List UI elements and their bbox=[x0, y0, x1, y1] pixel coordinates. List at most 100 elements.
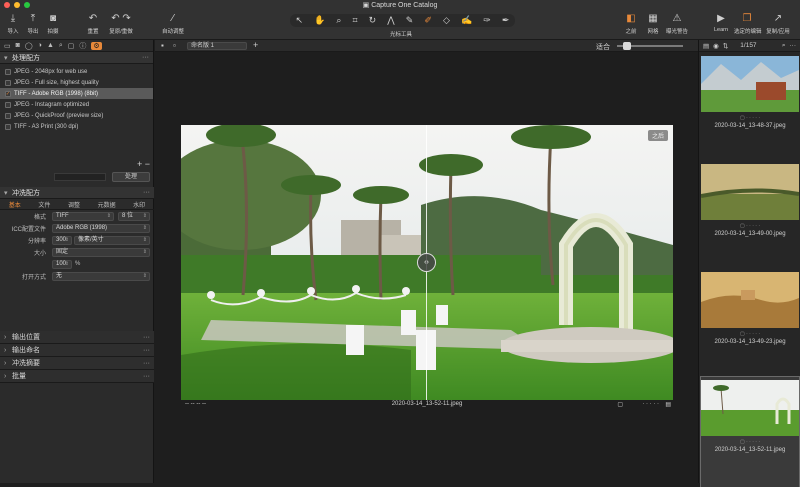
crop-icon[interactable]: ⌗ bbox=[353, 15, 358, 26]
select-checkbox[interactable]: ▢ bbox=[617, 401, 623, 408]
eye-icon[interactable]: ◉ bbox=[713, 42, 719, 50]
bit-depth-select[interactable]: 8 位 bbox=[118, 211, 150, 221]
rotate-icon[interactable]: ↻ bbox=[369, 15, 377, 26]
recipe-item[interactable]: JPEG - QuickProof (preview size) bbox=[0, 110, 153, 121]
copy-apply-button[interactable]: ↗ 复制/应用 bbox=[764, 13, 792, 35]
selected-edits-button[interactable]: ❐ 选定的编辑 bbox=[734, 13, 762, 35]
recipe-item[interactable]: TIFF - A3 Print (300 dpi) bbox=[0, 121, 153, 132]
zoom-fit-label[interactable]: 适合 bbox=[596, 42, 610, 52]
thumbnail-name: 2020-03-14_13-52-11.jpeg bbox=[714, 447, 786, 453]
import-button[interactable]: ⤓ 导入 bbox=[2, 13, 24, 35]
library-tab-icon[interactable]: ▭ bbox=[4, 42, 11, 50]
icc-profile-select[interactable]: Adobe RGB (1998) bbox=[52, 223, 150, 233]
open-with-select[interactable]: 无 bbox=[52, 271, 150, 281]
reset-button[interactable]: ↶ 重置 bbox=[82, 13, 104, 35]
adjustments-tab-icon[interactable]: ▢ bbox=[68, 42, 75, 50]
recipe-label: JPEG - QuickProof (preview size) bbox=[14, 112, 104, 119]
process-button[interactable]: 处理 bbox=[112, 172, 150, 182]
clone-icon[interactable]: ✑ bbox=[483, 15, 491, 26]
zoom-slider-thumb[interactable] bbox=[623, 42, 631, 50]
view-options-icon[interactable]: ⇅ bbox=[723, 42, 728, 50]
eraser-icon[interactable]: ◇ bbox=[443, 15, 450, 26]
tab-basic[interactable]: 基本 bbox=[9, 200, 21, 209]
recipe-checkbox[interactable] bbox=[5, 112, 11, 119]
thumbnail-selected[interactable]: ▢ · · · · · 2020-03-14_13-52-11.jpeg bbox=[700, 376, 800, 487]
recipe-item[interactable]: ✓ TIFF - Adobe RGB (1998) (8bit) bbox=[0, 88, 153, 99]
capture-button[interactable]: ◙ 拍摄 bbox=[42, 13, 64, 35]
thumbnail[interactable]: ▢ · · · · · 2020-03-14_13-49-00.jpeg bbox=[701, 161, 799, 271]
keystone-icon[interactable]: ⋀ bbox=[387, 15, 394, 26]
variant-select[interactable]: 命名版 1 bbox=[187, 42, 247, 50]
add-recipe-icon[interactable]: + bbox=[137, 159, 142, 169]
scale-input[interactable]: 100 bbox=[52, 259, 72, 269]
more-options-icon[interactable]: ··· bbox=[143, 347, 150, 354]
color-picker-icon[interactable]: ✎ bbox=[406, 15, 414, 26]
recipe-checkbox[interactable] bbox=[5, 101, 11, 108]
icc-label: ICC配置文件 bbox=[11, 226, 46, 233]
color-tab-icon[interactable]: ◑ bbox=[38, 42, 42, 49]
recipe-checkbox[interactable]: ✓ bbox=[5, 90, 11, 97]
resolution-input[interactable]: 300 bbox=[52, 235, 72, 245]
recipe-checkbox[interactable] bbox=[5, 68, 11, 75]
process-recipe-header[interactable]: ▾ 冲洗配方 ··· bbox=[0, 187, 154, 199]
recipe-checkbox[interactable] bbox=[5, 123, 11, 130]
recipe-item[interactable]: JPEG - Full size, highest quality bbox=[0, 77, 153, 88]
process-recipes-header[interactable]: ▾ 处理配方 ··· bbox=[0, 52, 153, 64]
metadata-tab-icon[interactable]: ⓘ bbox=[79, 41, 86, 51]
format-select[interactable]: TIFF bbox=[52, 211, 114, 221]
pan-icon[interactable]: ✋ bbox=[314, 15, 325, 26]
more-options-icon[interactable]: ··· bbox=[143, 189, 150, 196]
single-view-icon[interactable]: ▪ bbox=[161, 41, 164, 50]
before-button[interactable]: ◧ 之前 bbox=[620, 13, 642, 35]
export-button[interactable]: ⤒ 导出 bbox=[22, 13, 44, 35]
output-location-header[interactable]: › 输出位置 ··· bbox=[0, 331, 154, 344]
recipe-checkbox[interactable] bbox=[5, 79, 11, 86]
exposure-warning-button[interactable]: ⚠ 曝光警告 bbox=[664, 13, 690, 35]
remove-recipe-icon[interactable]: − bbox=[145, 159, 150, 169]
field-landscape-image bbox=[701, 164, 799, 220]
search-icon[interactable]: ⌕ bbox=[782, 42, 786, 50]
recipe-item[interactable]: JPEG - 2048px for web use bbox=[0, 66, 153, 77]
more-options-icon[interactable]: ··· bbox=[790, 42, 797, 49]
tab-watermark[interactable]: 水印 bbox=[133, 200, 145, 209]
grid-button[interactable]: ▦ 网格 bbox=[642, 13, 664, 35]
capture-tab-icon[interactable]: ◙ bbox=[16, 42, 20, 49]
thumbnail[interactable]: ▢ · · · · · 2020-03-14_13-49-23.jpeg bbox=[701, 269, 799, 379]
multi-view-icon[interactable]: ▫ bbox=[173, 41, 176, 50]
lens-tab-icon[interactable]: ◯ bbox=[25, 42, 33, 50]
undo-redo-button[interactable]: ↶ ↷ 复原/重做 bbox=[106, 13, 136, 35]
size-select[interactable]: 固定 bbox=[52, 247, 150, 257]
batch-header[interactable]: › 批量 ··· bbox=[0, 370, 154, 383]
output-tab-icon[interactable]: ⚙ bbox=[91, 41, 102, 50]
grid-view-icon[interactable]: ▤ bbox=[703, 42, 709, 50]
star-rating[interactable]: · · · · · bbox=[642, 401, 659, 407]
more-options-icon[interactable]: ··· bbox=[142, 54, 149, 61]
split-handle-icon[interactable]: ‹› bbox=[417, 253, 436, 272]
select-cursor-icon[interactable]: ↖ bbox=[296, 15, 304, 26]
thumbnail[interactable]: ▢ · · · · · 2020-03-14_13-48-37.jpeg bbox=[701, 53, 799, 163]
heal-icon[interactable]: ✍ bbox=[461, 15, 472, 26]
process-summary-header[interactable]: › 冲洗摘要 ··· bbox=[0, 357, 154, 370]
details-tab-icon[interactable]: ⌕ bbox=[59, 42, 63, 50]
recipe-item[interactable]: JPEG - Instagram optimized bbox=[0, 99, 153, 110]
color-tag-icon[interactable]: ▤ bbox=[665, 401, 671, 408]
learn-button[interactable]: ▶ Learn bbox=[710, 13, 732, 33]
annotate-icon[interactable]: ✒ bbox=[502, 15, 510, 26]
auto-adjust-button[interactable]: ⁄ 自动调整 bbox=[160, 13, 186, 35]
exposure-tab-icon[interactable]: ▲ bbox=[47, 42, 54, 49]
tab-file[interactable]: 文件 bbox=[38, 200, 50, 209]
catalog-icon: ▣ bbox=[362, 2, 372, 9]
resolution-unit-select[interactable]: 像素/英寸 bbox=[74, 235, 150, 245]
more-options-icon[interactable]: ··· bbox=[143, 360, 150, 367]
tab-adjustments[interactable]: 调整 bbox=[68, 200, 80, 209]
more-options-icon[interactable]: ··· bbox=[143, 334, 150, 341]
expand-icon: › bbox=[4, 333, 7, 341]
loupe-icon[interactable]: ⌕ bbox=[336, 15, 341, 26]
recipe-pager[interactable] bbox=[54, 173, 106, 181]
tab-metadata[interactable]: 元数据 bbox=[98, 200, 116, 209]
add-variant-icon[interactable]: + bbox=[253, 40, 258, 50]
brush-icon[interactable]: ✐ bbox=[424, 15, 432, 26]
check-icon: ✓ bbox=[5, 90, 11, 97]
output-naming-header[interactable]: › 输出命名 ··· bbox=[0, 344, 154, 357]
more-options-icon[interactable]: ··· bbox=[143, 373, 150, 380]
